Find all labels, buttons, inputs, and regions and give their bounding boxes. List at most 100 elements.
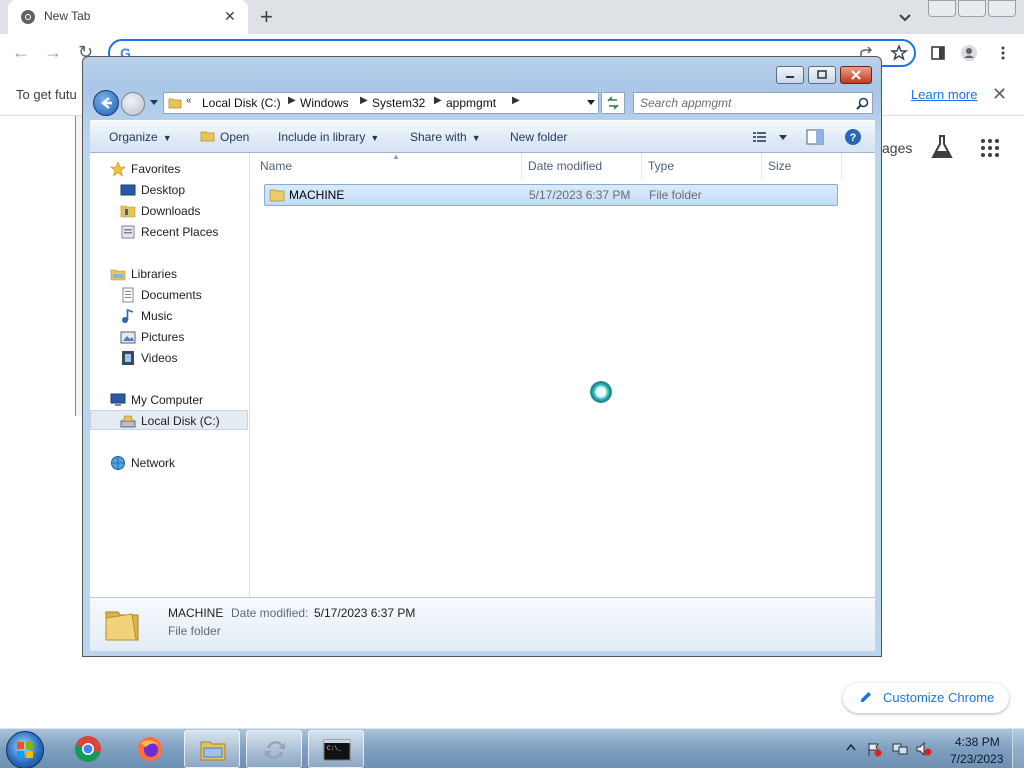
nav-pictures-label: Pictures [141, 330, 185, 344]
tab-title: New Tab [44, 9, 91, 23]
network-icon [111, 456, 125, 470]
explorer-window: « Local Disk (C:) ▶ Windows ▶ System32 ▶… [82, 56, 882, 657]
share-with-button[interactable]: Share with ▼ [410, 130, 481, 144]
column-type-label: Type [648, 159, 675, 173]
taskbar-explorer[interactable] [184, 730, 240, 768]
nav-local-disk[interactable]: Local Disk (C:) [90, 410, 248, 430]
ntp-images-link[interactable]: ages [882, 140, 912, 156]
maximize-button[interactable] [958, 0, 986, 17]
customize-chrome-button[interactable]: Customize Chrome [843, 683, 1009, 713]
column-header-size[interactable]: Size [762, 153, 842, 179]
nav-desktop-label: Desktop [141, 183, 186, 197]
view-dropdown-icon[interactable] [778, 134, 788, 142]
nav-desktop[interactable]: Desktop [90, 180, 248, 200]
recent-pages-dropdown-icon[interactable] [149, 97, 159, 107]
clock-time[interactable]: 4:38 PM [955, 735, 1000, 749]
include-in-library-button[interactable]: Include in library ▼ [278, 130, 379, 144]
explorer-minimize-button[interactable] [776, 66, 804, 84]
search-input[interactable]: Search appmgmt [633, 92, 873, 114]
taskbar-firefox[interactable] [122, 730, 178, 768]
breadcrumb-overflow[interactable]: « [186, 95, 192, 106]
file-type: File folder [649, 188, 702, 202]
preview-pane-icon[interactable] [806, 129, 824, 145]
breadcrumb-chevron-icon[interactable]: ▶ [288, 95, 296, 106]
action-center-flag-icon[interactable] [866, 741, 882, 757]
more-menu-icon[interactable] [994, 44, 1012, 62]
nav-downloads-label: Downloads [141, 204, 201, 218]
nav-pictures[interactable]: Pictures [90, 327, 248, 347]
start-button[interactable] [6, 731, 44, 768]
nav-documents-label: Documents [141, 288, 202, 302]
breadcrumb-appmgmt[interactable]: appmgmt [446, 96, 496, 110]
explorer-close-button[interactable] [840, 66, 872, 84]
google-apps-icon[interactable] [980, 138, 1000, 158]
bookmark-star-icon[interactable] [890, 44, 908, 62]
profile-icon[interactable] [960, 44, 978, 62]
clock-date[interactable]: 7/23/2023 [950, 752, 1003, 766]
nav-videos[interactable]: Videos [90, 348, 248, 368]
back-arrow-icon [101, 97, 112, 109]
infobar-text: To get futu [16, 87, 77, 102]
back-button[interactable] [93, 90, 119, 116]
minimize-icon [786, 76, 794, 78]
back-arrow-icon[interactable]: ← [12, 42, 30, 63]
nav-documents[interactable]: Documents [90, 285, 248, 305]
column-header-date-modified[interactable]: Date modified [522, 153, 642, 179]
organize-button[interactable]: Organize ▼ [109, 130, 172, 144]
nav-libraries[interactable]: Libraries [90, 264, 248, 284]
taskbar-cmd[interactable]: C:\_ [308, 730, 364, 768]
taskbar-chrome[interactable] [60, 730, 116, 768]
cmd-icon: C:\_ [323, 739, 351, 761]
nav-my-computer[interactable]: My Computer [90, 390, 248, 410]
breadcrumb-windows[interactable]: Windows [300, 96, 349, 110]
nav-music[interactable]: Music [90, 306, 248, 326]
column-header-name[interactable]: Name ▲ [254, 152, 522, 179]
open-button[interactable]: Open [200, 130, 249, 144]
labs-flask-icon[interactable] [930, 134, 954, 160]
taskbar-sync[interactable] [246, 730, 302, 768]
chrome-tab-strip: New Tab ✕ + [0, 0, 1024, 34]
network-status-icon[interactable] [892, 741, 908, 757]
nav-downloads[interactable]: Downloads [90, 201, 248, 221]
volume-muted-icon[interactable] [916, 741, 932, 757]
column-header-type[interactable]: Type [642, 153, 762, 179]
chrome-tab[interactable]: New Tab ✕ [8, 0, 248, 34]
column-name-label: Name [260, 159, 293, 173]
tab-close-icon[interactable]: ✕ [224, 8, 236, 25]
infobar-close-icon[interactable]: ✕ [992, 84, 1007, 105]
new-folder-button[interactable]: New folder [510, 130, 567, 144]
include-in-library-label: Include in library [278, 130, 366, 144]
breadcrumb-chevron-icon[interactable]: ▶ [360, 95, 368, 106]
busy-cursor-icon [590, 381, 612, 403]
nav-recent-places[interactable]: Recent Places [90, 222, 248, 242]
learn-more-link[interactable]: Learn more [911, 87, 977, 102]
nav-network[interactable]: Network [90, 453, 248, 473]
breadcrumb-chevron-icon[interactable]: ▶ [434, 95, 442, 106]
search-icon[interactable] [856, 97, 869, 110]
refresh-button[interactable] [601, 92, 625, 114]
explorer-maximize-button[interactable] [808, 66, 836, 84]
show-hidden-icons-icon[interactable] [846, 743, 856, 751]
nav-videos-label: Videos [141, 351, 178, 365]
show-desktop-button[interactable] [1012, 729, 1024, 768]
side-panel-icon[interactable] [929, 44, 947, 62]
large-folder-icon [105, 611, 139, 641]
refresh-icon [607, 96, 619, 110]
breadcrumb-chevron-icon[interactable]: ▶ [512, 95, 520, 106]
favorites-star-icon [110, 161, 126, 177]
minimize-button[interactable] [928, 0, 956, 17]
nav-favorites[interactable]: Favorites [90, 159, 248, 179]
view-options-icon[interactable] [752, 130, 768, 144]
forward-button[interactable] [121, 92, 145, 116]
file-row-machine[interactable]: MACHINE 5/17/2023 6:37 PM File folder [264, 184, 838, 206]
help-icon[interactable]: ? [844, 128, 862, 146]
chrome-favicon-icon [21, 10, 35, 24]
close-button[interactable] [988, 0, 1016, 17]
chevron-down-icon[interactable] [896, 8, 914, 26]
breadcrumb-system32[interactable]: System32 [372, 96, 425, 110]
address-bar[interactable]: « Local Disk (C:) ▶ Windows ▶ System32 ▶… [163, 92, 599, 114]
breadcrumb-local-disk[interactable]: Local Disk (C:) [202, 96, 281, 110]
address-dropdown-icon[interactable] [585, 95, 597, 109]
forward-arrow-icon[interactable]: → [44, 42, 62, 63]
new-tab-button[interactable]: + [260, 3, 273, 31]
